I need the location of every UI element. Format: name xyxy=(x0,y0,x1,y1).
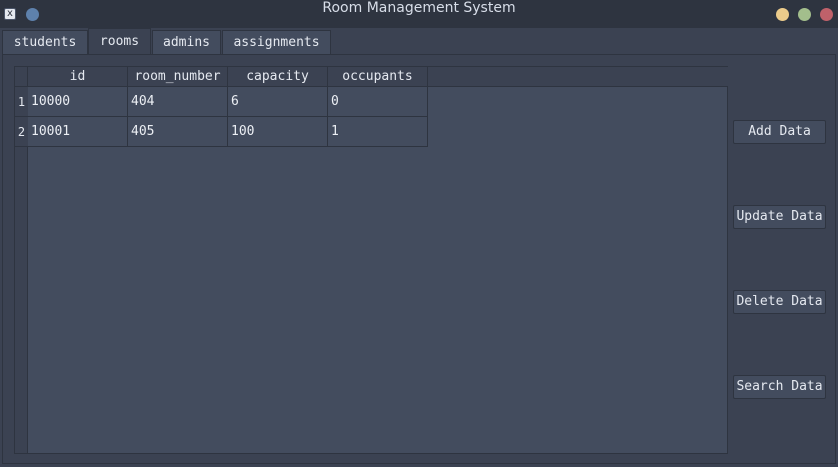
column-header-id[interactable]: id xyxy=(28,67,128,87)
header-filler xyxy=(428,67,728,87)
delete-data-button[interactable]: Delete Data xyxy=(733,290,826,314)
cell-id[interactable]: 10001 xyxy=(28,117,128,147)
row-header-1[interactable]: 1 xyxy=(15,87,28,117)
cell-capacity[interactable]: 100 xyxy=(228,117,328,147)
tab-students[interactable]: students xyxy=(2,30,88,55)
minimize-button[interactable] xyxy=(776,8,789,21)
column-header-room-number[interactable]: room_number xyxy=(128,67,228,87)
update-data-button[interactable]: Update Data xyxy=(733,205,826,229)
table-corner[interactable] xyxy=(15,67,28,87)
column-header-occupants[interactable]: occupants xyxy=(328,67,428,87)
cell-room-number[interactable]: 405 xyxy=(128,117,228,147)
close-button[interactable] xyxy=(820,8,833,21)
cell-capacity[interactable]: 6 xyxy=(228,87,328,117)
tab-assignments[interactable]: assignments xyxy=(222,30,331,55)
cell-occupants[interactable]: 0 xyxy=(328,87,428,117)
cell-id[interactable]: 10000 xyxy=(28,87,128,117)
tab-rooms[interactable]: rooms xyxy=(88,28,151,55)
add-data-button[interactable]: Add Data xyxy=(733,120,826,144)
column-header-capacity[interactable]: capacity xyxy=(228,67,328,87)
maximize-button[interactable] xyxy=(798,8,811,21)
title-bar: x Room Management System xyxy=(0,0,838,28)
rooms-table[interactable]: id room_number capacity occupants 1 1000… xyxy=(14,66,728,454)
cell-room-number[interactable]: 404 xyxy=(128,87,228,117)
window-title: Room Management System xyxy=(322,0,516,16)
row-header-2[interactable]: 2 xyxy=(15,117,28,147)
tab-bar: students rooms admins assignments xyxy=(0,28,838,55)
search-data-button[interactable]: Search Data xyxy=(733,375,826,399)
app-window: x Room Management System students rooms … xyxy=(0,0,838,467)
tab-admins[interactable]: admins xyxy=(152,30,221,55)
rooms-panel: id room_number capacity occupants 1 1000… xyxy=(2,54,836,464)
cell-occupants[interactable]: 1 xyxy=(328,117,428,147)
